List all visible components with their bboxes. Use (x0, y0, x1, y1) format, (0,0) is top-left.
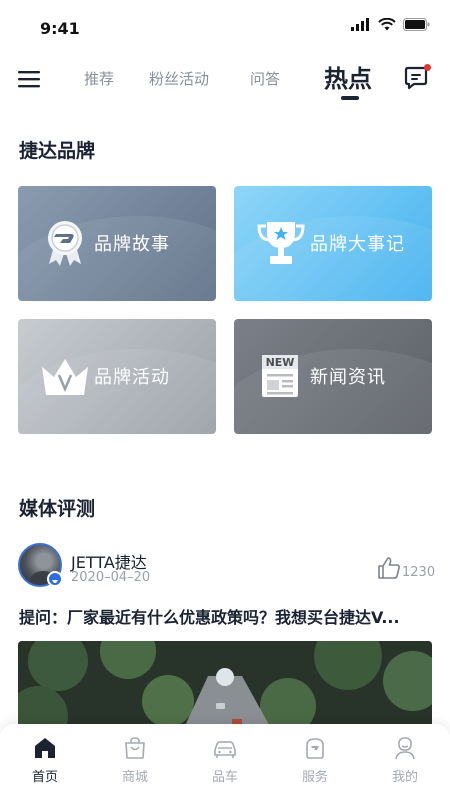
brand-section-title: 捷达品牌 (19, 140, 96, 162)
trophy-icon (257, 222, 305, 264)
tab-mall[interactable]: 商城 (90, 724, 180, 800)
medal-icon (48, 221, 82, 266)
profile-icon (395, 737, 415, 760)
news-label: 新闻资讯 (310, 367, 386, 388)
brand-activities-card[interactable]: 品牌活动 (18, 319, 216, 434)
wifi-icon (378, 18, 396, 31)
tab-profile-label: 我的 (391, 770, 418, 785)
car-icon (214, 741, 236, 758)
top-nav: 推荐 粉丝活动 问答 热点 (0, 56, 450, 106)
service-icon (306, 738, 324, 759)
tab-home-label: 首页 (31, 770, 58, 785)
tab-hot[interactable]: 热点 (324, 59, 372, 94)
brand-story-card[interactable]: 品牌故事 (18, 186, 216, 301)
tab-service[interactable]: 服务 (270, 724, 360, 800)
tab-qa[interactable]: 问答 (250, 68, 280, 89)
tab-cars[interactable]: 品车 (180, 724, 270, 800)
crown-icon (42, 359, 88, 395)
media-section-title: 媒体评测 (19, 498, 96, 520)
brand-milestones-label: 品牌大事记 (310, 234, 405, 255)
post-date: 2020–04–20 (71, 570, 151, 585)
post-text[interactable]: 提问：厂家最近有什么优惠政策吗？我想买台捷达V... (19, 604, 431, 628)
bottom-tab-bar: 首页 商城 品车 服务 我的 (0, 724, 450, 800)
tab-cars-label: 品车 (211, 770, 238, 785)
menu-icon[interactable] (18, 68, 40, 90)
tab-recommend[interactable]: 推荐 (84, 68, 114, 89)
svg-text:NEW: NEW (266, 356, 295, 369)
news-card[interactable]: NEW 新闻资讯 (234, 319, 432, 434)
tab-profile[interactable]: 我的 (360, 724, 450, 800)
brand-story-label: 品牌故事 (94, 234, 170, 255)
brand-milestones-card[interactable]: 品牌大事记 (234, 186, 432, 301)
status-time: 9:41 (40, 19, 80, 38)
battery-icon (403, 18, 430, 31)
newspaper-icon: NEW (262, 355, 298, 397)
thumbs-up-icon[interactable] (376, 555, 402, 581)
tab-fan-activities[interactable]: 粉丝活动 (149, 68, 209, 89)
tab-home[interactable]: 首页 (0, 724, 90, 800)
active-tab-indicator (341, 96, 359, 100)
signal-icon (351, 18, 369, 31)
shopping-bag-icon (125, 737, 145, 759)
verified-badge (47, 571, 63, 587)
home-icon (35, 738, 55, 758)
status-bar: 9:41 (0, 0, 450, 56)
unread-badge (424, 64, 431, 71)
status-icons (351, 18, 430, 31)
like-count: 1230 (402, 565, 436, 580)
tab-mall-label: 商城 (121, 770, 148, 785)
brand-activities-label: 品牌活动 (94, 367, 170, 388)
tab-service-label: 服务 (301, 770, 328, 785)
brand-mark-icon (52, 580, 58, 583)
